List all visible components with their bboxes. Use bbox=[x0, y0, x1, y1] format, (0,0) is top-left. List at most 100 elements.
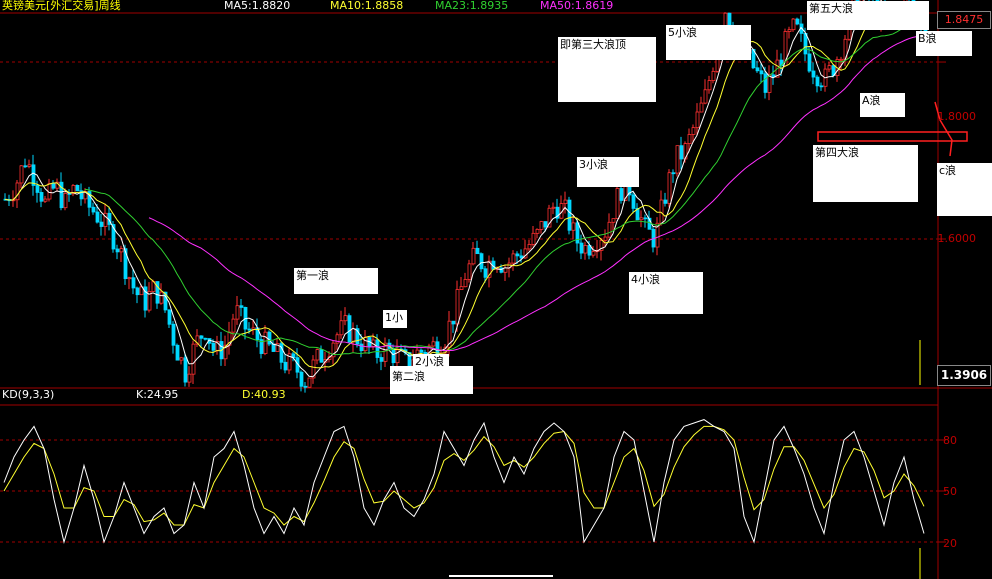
candle-body bbox=[479, 253, 484, 270]
candle-body bbox=[303, 385, 308, 388]
candle-body bbox=[239, 305, 244, 308]
candle-body bbox=[171, 323, 176, 346]
candle-body bbox=[115, 248, 120, 253]
candle-body bbox=[203, 337, 208, 340]
candle-body bbox=[795, 18, 800, 25]
candle-body bbox=[583, 245, 588, 254]
candle-body bbox=[175, 344, 180, 361]
candle-body bbox=[27, 164, 32, 167]
candle-body bbox=[787, 29, 792, 32]
candle-body bbox=[159, 291, 164, 304]
candle-body bbox=[467, 263, 472, 280]
candle-body bbox=[791, 18, 796, 31]
candle-body bbox=[31, 164, 36, 186]
chart-title: 英镑美元[外汇交易]周线 bbox=[2, 0, 121, 12]
kd-level-50: 50 bbox=[943, 485, 957, 498]
candle-body bbox=[343, 315, 348, 322]
candle-body bbox=[551, 206, 556, 209]
candle-body bbox=[527, 244, 532, 250]
candle-body bbox=[23, 165, 28, 168]
candle-body bbox=[475, 247, 480, 255]
candle-body bbox=[611, 218, 616, 223]
candle-body bbox=[459, 286, 464, 290]
kd-level-80: 80 bbox=[943, 434, 957, 447]
annotation-wave-a: A浪 bbox=[860, 93, 905, 117]
candle-body bbox=[391, 348, 396, 364]
price-axis-label-1: 1.8000 bbox=[937, 110, 977, 123]
candle-body bbox=[615, 188, 620, 220]
candle-body bbox=[43, 198, 48, 202]
candle-body bbox=[755, 67, 760, 72]
candle-body bbox=[19, 165, 24, 184]
candle-body bbox=[563, 199, 568, 204]
candle-body bbox=[95, 211, 100, 223]
candle-body bbox=[695, 111, 700, 129]
current-price-box: 1.3906 bbox=[937, 365, 991, 386]
candle-body bbox=[235, 305, 240, 320]
candle-body bbox=[667, 172, 672, 204]
candle-body bbox=[75, 184, 80, 192]
candle-body bbox=[471, 247, 476, 265]
candle-body bbox=[767, 74, 772, 93]
candle-body bbox=[531, 232, 536, 245]
wave4-bracket bbox=[817, 131, 968, 142]
kd-level-20: 20 bbox=[943, 537, 957, 550]
annotation-w4-small: 4小浪 bbox=[629, 272, 703, 314]
candle-body bbox=[191, 343, 196, 375]
candle-body bbox=[483, 268, 488, 278]
chart-window: { "header": { "title": "英镑美元[外汇交易]周线", "… bbox=[0, 0, 992, 579]
candle-body bbox=[455, 289, 460, 325]
candle-body bbox=[167, 309, 172, 325]
candle-body bbox=[99, 221, 104, 227]
candle-body bbox=[663, 199, 668, 204]
ma23-line bbox=[84, 12, 926, 356]
candle-body bbox=[639, 217, 644, 221]
candle-body bbox=[691, 127, 696, 135]
ma23-label: MA23:1.8935 bbox=[435, 0, 509, 12]
kd-k-line bbox=[3, 419, 925, 544]
candle-body bbox=[67, 193, 72, 195]
candle-body bbox=[375, 339, 380, 358]
candle-body bbox=[811, 70, 816, 78]
candle-body bbox=[763, 73, 768, 93]
annotation-wave-b: B浪 bbox=[916, 31, 972, 56]
candle-body bbox=[395, 348, 400, 364]
annotation-w2-small: 2小浪 bbox=[413, 354, 449, 368]
candle-body bbox=[539, 221, 544, 230]
candle-body bbox=[15, 182, 20, 201]
candle-body bbox=[607, 221, 612, 238]
candle-body bbox=[179, 357, 184, 361]
candle-body bbox=[515, 253, 520, 257]
candle-body bbox=[827, 65, 832, 70]
candle-body bbox=[347, 315, 352, 343]
candle-body bbox=[351, 328, 356, 343]
ma5-line bbox=[4, 0, 926, 378]
kd-k-value: K:24.95 bbox=[136, 388, 179, 401]
candle-body bbox=[199, 335, 204, 339]
candle-body bbox=[803, 33, 808, 55]
annotation-w3-small: 3小浪 bbox=[577, 157, 639, 187]
candle-body bbox=[631, 194, 636, 209]
candle-body bbox=[231, 318, 236, 333]
candle-body bbox=[543, 221, 548, 228]
price-axis-top-label: 1.8475 bbox=[937, 11, 991, 29]
candle-body bbox=[603, 236, 608, 241]
candle-body bbox=[247, 328, 252, 331]
annotation-w1-small: 1小 bbox=[383, 310, 407, 328]
candle-body bbox=[619, 188, 624, 201]
candle-body bbox=[35, 185, 40, 193]
annotation-wave-c: c浪 bbox=[937, 163, 992, 216]
candle-body bbox=[263, 331, 268, 354]
ma50-label: MA50:1.8619 bbox=[540, 0, 614, 12]
candle-body bbox=[339, 320, 344, 336]
candle-body bbox=[567, 199, 572, 231]
candle-body bbox=[659, 199, 664, 224]
ma10-label: MA10:1.8858 bbox=[330, 0, 404, 12]
ma5-label: MA5:1.8820 bbox=[224, 0, 291, 12]
annotation-wave3-top: 即第三大浪顶 bbox=[558, 37, 656, 102]
candle-body bbox=[759, 70, 764, 75]
candle-body bbox=[699, 102, 704, 113]
annotation-wave4: 第四大浪 bbox=[813, 145, 918, 202]
candle-body bbox=[39, 192, 44, 202]
annotation-w5-small: 5小浪 bbox=[666, 25, 751, 60]
